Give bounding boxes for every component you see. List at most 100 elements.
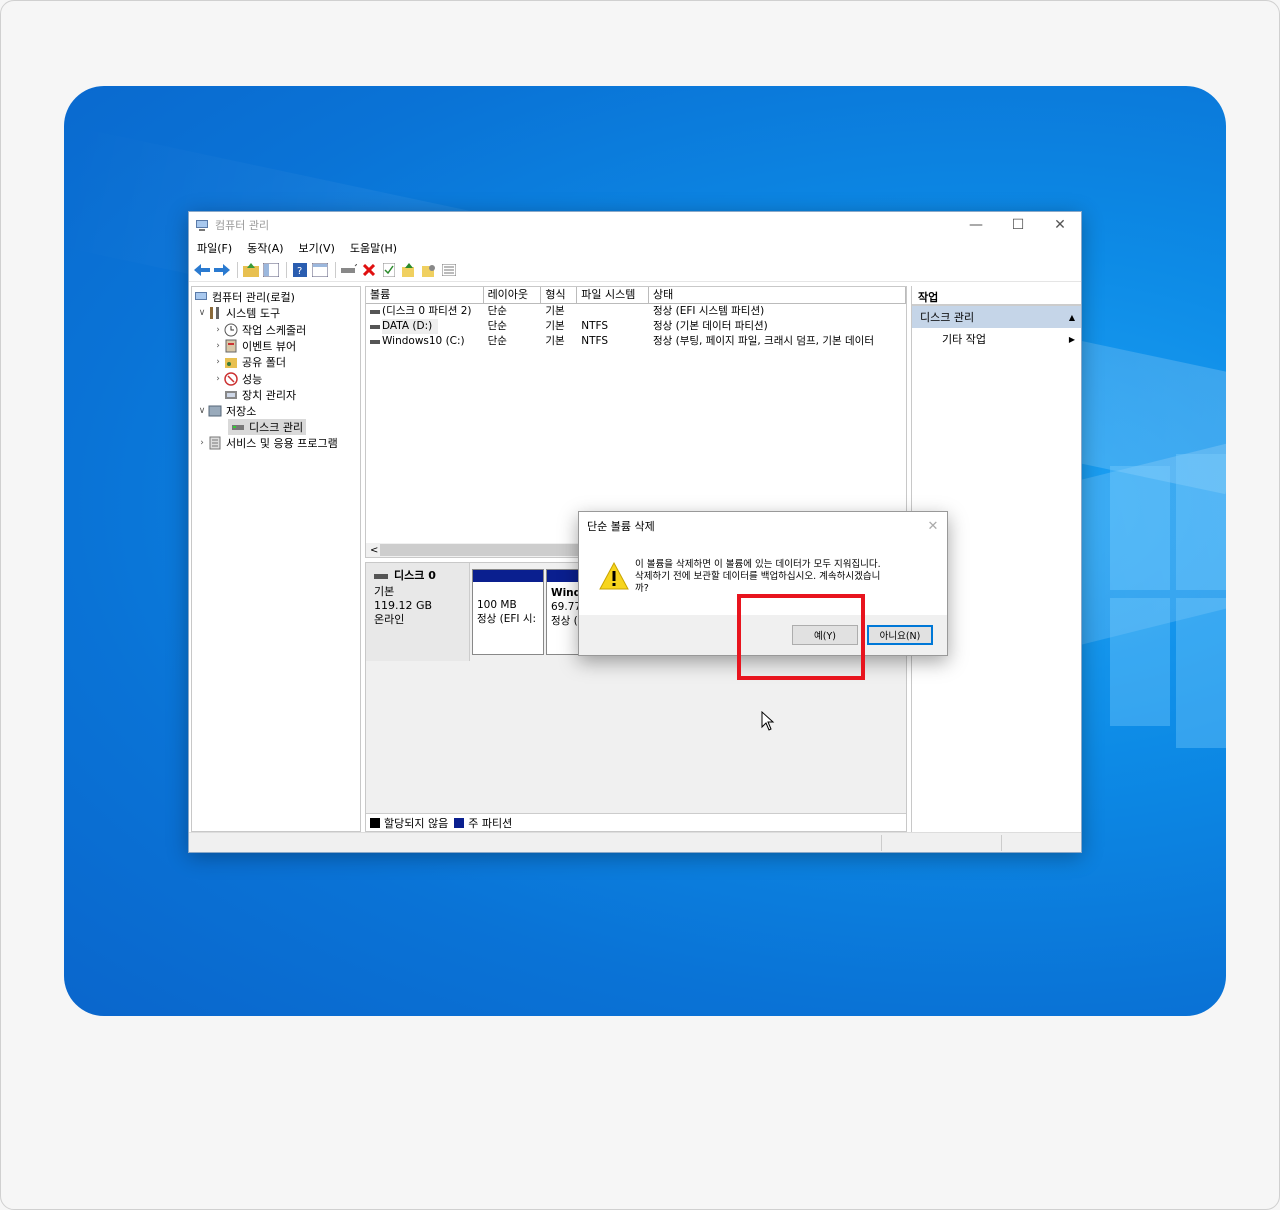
tree-label: 공유 폴더: [242, 356, 286, 369]
volume-type: 기본: [545, 305, 565, 317]
maximize-button[interactable]: ☐: [997, 212, 1039, 238]
volume-icon: [370, 309, 380, 314]
dialog-title: 단순 볼륨 삭제: [587, 520, 655, 533]
volume-type: 기본: [545, 335, 565, 347]
clock-icon: [224, 323, 238, 337]
highlight-box: [737, 594, 865, 680]
tools-icon: [210, 307, 219, 319]
menu-view[interactable]: 보기(V): [299, 240, 335, 256]
view-options-icon[interactable]: [311, 261, 329, 279]
disk-icon: [374, 574, 388, 579]
services-icon: [209, 436, 221, 450]
back-arrow-icon[interactable]: [193, 261, 211, 279]
no-button[interactable]: 아니요(N): [867, 625, 933, 645]
partition-status: 정상 (EFI 시:: [477, 613, 537, 625]
windows-logo-pane: [1110, 598, 1170, 726]
scroll-left-icon[interactable]: <: [370, 545, 378, 556]
chevron-down-icon[interactable]: ∨: [196, 308, 208, 318]
submenu-arrow-icon: ▶: [1068, 334, 1075, 344]
chevron-right-icon[interactable]: ›: [212, 325, 224, 335]
volume-layout: 단순: [487, 320, 507, 332]
tree-item-shared-folders[interactable]: › 공유 폴더: [212, 354, 286, 370]
chevron-down-icon[interactable]: ∨: [196, 406, 208, 416]
dialog-close-button[interactable]: ✕: [919, 519, 947, 534]
column-header-filesystem[interactable]: 파일 시스템: [577, 287, 649, 303]
performance-icon: [224, 372, 238, 386]
volume-row[interactable]: DATA (D:) 단순 기본 NTFS 정상 (기본 데이터 파티션): [366, 319, 906, 334]
tree-item-event-viewer[interactable]: › 이벤트 뷰어: [212, 338, 296, 354]
tree-item-system-tools[interactable]: ∨ 시스템 도구: [196, 305, 280, 321]
disk-status: 온라인: [374, 613, 405, 626]
scrollbar-thumb[interactable]: [380, 544, 580, 556]
volume-name: DATA (D:): [382, 319, 439, 334]
volume-filesystem: [577, 304, 649, 319]
title-bar: 컴퓨터 관리 — ☐ ✕: [189, 212, 1081, 238]
menu-help[interactable]: 도움말(H): [350, 240, 397, 256]
svg-text:?: ?: [297, 266, 302, 277]
checklist-icon[interactable]: [380, 261, 398, 279]
tree-item-task-scheduler[interactable]: › 작업 스케줄러: [212, 322, 306, 338]
tree-selection: 디스크 관리: [228, 419, 307, 435]
tree-item-root[interactable]: 컴퓨터 관리(로컬): [194, 289, 295, 305]
minimize-button[interactable]: —: [955, 212, 997, 238]
tree-item-device-manager[interactable]: 장치 관리자: [224, 387, 296, 403]
show-hide-tree-icon[interactable]: [262, 261, 280, 279]
close-button[interactable]: ✕: [1039, 212, 1081, 238]
connect-drive-icon[interactable]: [340, 261, 358, 279]
window-title: 컴퓨터 관리: [215, 219, 270, 232]
volume-row[interactable]: (디스크 0 파티션 2) 단순 기본 정상 (EFI 시스템 파티션): [366, 304, 906, 319]
tree-label: 시스템 도구: [226, 307, 281, 320]
toolbar-separator: [237, 261, 238, 278]
dialog-message-line: 삭제하기 전에 보관할 데이터를 백업하십시오. 계속하시겠습니: [635, 571, 881, 582]
partition-efi[interactable]: 100 MB 정상 (EFI 시:: [472, 569, 544, 655]
disk-name: 디스크 0: [394, 569, 436, 582]
disk-info[interactable]: 디스크 0 기본 119.12 GB 온라인: [366, 563, 470, 661]
volume-name-cell: Windows10 (C:): [366, 334, 484, 349]
legend-swatch-unallocated: [370, 817, 380, 828]
properties-icon[interactable]: [420, 261, 438, 279]
action-group-disk-management[interactable]: 디스크 관리 ▲: [912, 306, 1081, 328]
shared-folder-icon: [225, 358, 237, 368]
collapse-up-icon[interactable]: ▲: [1069, 313, 1075, 322]
navigation-tree: 컴퓨터 관리(로컬) ∨ 시스템 도구 › 작업 스케줄러 › 이벤트 뷰어 ›…: [191, 286, 361, 832]
up-folder-icon[interactable]: [242, 261, 260, 279]
windows-logo-pane: [1110, 466, 1170, 590]
volume-layout: 단순: [487, 335, 507, 347]
column-header-type[interactable]: 형식: [541, 287, 578, 303]
chevron-right-icon[interactable]: ›: [196, 438, 208, 448]
windows-logo-pane: [1176, 598, 1226, 748]
disk-icon: [232, 425, 244, 430]
tree-item-services[interactable]: › 서비스 및 응용 프로그램: [196, 435, 338, 451]
export-icon[interactable]: [400, 261, 418, 279]
volume-status: 정상 (기본 데이터 파티션): [652, 320, 768, 332]
computer-management-icon: [196, 220, 208, 231]
action-group-label: 디스크 관리: [920, 311, 975, 324]
tree-item-disk-management[interactable]: 디스크 관리: [228, 419, 307, 435]
chevron-right-icon[interactable]: ›: [212, 374, 224, 384]
chevron-right-icon[interactable]: ›: [212, 341, 224, 351]
forward-arrow-icon[interactable]: [213, 261, 231, 279]
action-more-actions[interactable]: 기타 작업 ▶: [912, 328, 1081, 350]
tree-item-performance[interactable]: › 성능: [212, 371, 262, 387]
warning-icon: [599, 562, 629, 590]
computer-management-icon: [195, 292, 207, 300]
delete-icon[interactable]: [360, 261, 378, 279]
help-icon[interactable]: ?: [291, 261, 309, 279]
volume-row[interactable]: Windows10 (C:) 단순 기본 NTFS 정상 (부팅, 페이지 파일…: [366, 334, 906, 349]
menu-file[interactable]: 파일(F): [197, 240, 232, 256]
chevron-right-icon[interactable]: ›: [212, 357, 224, 367]
column-header-volume[interactable]: 볼륨: [366, 287, 484, 303]
partition-bar: [473, 570, 543, 582]
tree-item-storage[interactable]: ∨ 저장소: [196, 403, 257, 419]
column-header-status[interactable]: 상태: [649, 287, 906, 303]
volume-icon: [370, 324, 380, 329]
dialog-message-line: 이 볼륨을 삭제하면 이 볼륨에 있는 데이터가 모두 지워집니다.: [635, 559, 881, 570]
menu-action[interactable]: 동작(A): [247, 240, 283, 256]
volume-status: 정상 (부팅, 페이지 파일, 크래시 덤프, 기본 데이터: [652, 335, 874, 347]
partition-size: 100 MB: [477, 599, 517, 611]
tree-label: 디스크 관리: [249, 421, 304, 434]
list-view-icon[interactable]: [440, 261, 458, 279]
column-header-layout[interactable]: 레이아웃: [484, 287, 542, 303]
legend: 할당되지 않음 주 파티션: [366, 813, 906, 831]
volume-name-cell: (디스크 0 파티션 2): [366, 304, 484, 319]
